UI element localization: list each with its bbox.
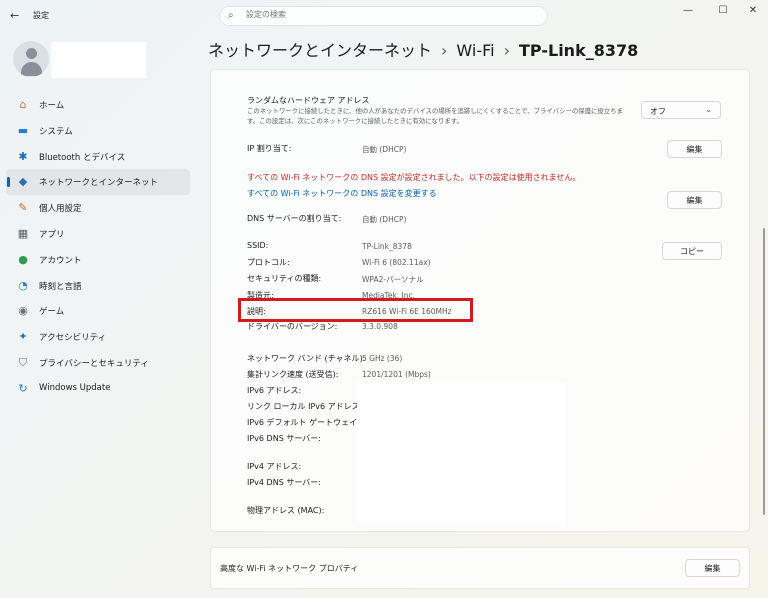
apps-icon: ▦	[17, 226, 29, 240]
sidebar-item[interactable]: ⌂ ホーム	[6, 92, 190, 118]
sidebar-nav: ⌂ ホーム ▬ システム ✱ Bluetooth とデバイス ◆ ネットワークとインターネット…	[6, 92, 190, 402]
sidebar-item[interactable]: ▬ システム	[6, 118, 190, 144]
property-label: セキュリティの種類:	[247, 274, 322, 283]
dns-change-link[interactable]: すべての Wi-Fi ネットワークの DNS 設定を変更する	[247, 188, 437, 199]
network-detail-label: 物理アドレス (MAC):	[247, 506, 325, 515]
property-label: ドライバーのバージョン:	[247, 322, 338, 331]
redacted-user-name	[51, 42, 146, 78]
wifi-icon: ◆	[18, 175, 28, 189]
sidebar-item-label: アカウント	[39, 255, 82, 266]
title-bar: ← 設定 ⌕ — ☐ ✕	[0, 0, 768, 32]
sidebar-item-label: アクセシビリティ	[39, 333, 107, 344]
network-detail-label: IPv4 アドレス:	[247, 462, 302, 471]
sidebar-item[interactable]: ↻ Windows Update	[6, 376, 190, 402]
breadcrumb-chevron-icon: ›	[503, 41, 510, 60]
close-icon[interactable]: ✕	[743, 5, 763, 16]
sidebar-item-label: Windows Update	[39, 382, 111, 393]
network-detail-value: 5 GHz (36)	[362, 354, 403, 363]
sidebar-item[interactable]: ◔ 時刻と言語	[6, 273, 190, 299]
property-value: Wi-Fi 6 (802.11ax)	[362, 258, 431, 267]
sidebar-item[interactable]: ✎ 個人用設定	[6, 195, 190, 221]
search-box[interactable]: ⌕	[219, 6, 548, 26]
network-detail-label: 集計リンク速度 (送受信):	[247, 370, 339, 379]
bluetooth-icon: ✱	[18, 149, 28, 163]
gamepad-icon: ◉	[18, 304, 28, 318]
accessibility-icon: ✦	[18, 330, 28, 344]
ip-assignment-value: 自動 (DHCP)	[362, 145, 407, 154]
advanced-properties-label: 高度な Wi-Fi ネットワーク プロパティ	[220, 564, 359, 573]
redacted-addresses	[357, 382, 565, 524]
sidebar-item-label: 個人用設定	[39, 204, 82, 215]
sidebar-item-label: Bluetooth とデバイス	[39, 152, 126, 163]
account-icon: ●	[18, 252, 28, 266]
sidebar-item-label: ネットワークとインターネット	[39, 178, 159, 189]
sidebar-item[interactable]: ⛉ プライバシーとセキュリティ	[6, 350, 190, 376]
sidebar-item-label: システム	[39, 126, 73, 137]
dns-edit-button[interactable]: 編集	[667, 191, 722, 209]
home-icon: ⌂	[19, 98, 27, 111]
property-label: プロトコル:	[247, 258, 290, 267]
breadcrumb-chevron-icon: ›	[441, 41, 448, 60]
chevron-down-icon: ⌄	[705, 105, 712, 114]
description-highlight-box	[238, 298, 473, 322]
property-label: SSID:	[247, 241, 269, 250]
advanced-edit-button[interactable]: 編集	[685, 559, 740, 577]
random-hw-description: このネットワークに接続したときに、他の人があなたのデバイスの場所を追跡しにくくす…	[247, 107, 623, 125]
breadcrumb: ネットワークとインターネット › Wi-Fi › TP-Link_8378	[208, 37, 638, 61]
property-value: 3.3.0.908	[362, 322, 398, 331]
app-title: 設定	[33, 11, 49, 20]
network-detail-label: ネットワーク バンド (チャネル):	[247, 354, 366, 363]
breadcrumb-wifi[interactable]: Wi-Fi	[456, 41, 494, 60]
dns-assignment-label: DNS サーバーの割り当て:	[247, 214, 342, 223]
property-value: TP-Link_8378	[362, 242, 412, 251]
sidebar-item[interactable]: ✱ Bluetooth とデバイス	[6, 144, 190, 170]
back-arrow-icon[interactable]: ←	[10, 9, 19, 22]
sidebar-item[interactable]: ◆ ネットワークとインターネット	[6, 169, 190, 196]
monitor-icon: ▬	[17, 123, 29, 137]
network-detail-value: 1201/1201 (Mbps)	[362, 370, 431, 379]
random-hw-title: ランダムなハードウェア アドレス	[247, 96, 370, 105]
sidebar-item-label: 時刻と言語	[39, 281, 82, 292]
sidebar-item-label: プライバシーとセキュリティ	[39, 358, 149, 369]
sidebar-item[interactable]: ✦ アクセシビリティ	[6, 324, 190, 350]
page-title: TP-Link_8378	[519, 41, 639, 60]
avatar-body	[21, 62, 42, 76]
network-detail-label: IPv4 DNS サーバー:	[247, 478, 321, 487]
network-detail-label: IPv6 デフォルト ゲートウェイ:	[247, 418, 360, 427]
maximize-icon[interactable]: ☐	[713, 5, 733, 16]
sidebar-item[interactable]: ◉ ゲーム	[6, 298, 190, 324]
scrollbar-thumb[interactable]	[763, 228, 765, 515]
globe-clock-icon: ◔	[18, 278, 28, 292]
network-detail-label: リンク ローカル IPv6 アドレス:	[247, 402, 363, 411]
sidebar-item-label: ゲーム	[39, 307, 65, 318]
search-icon: ⌕	[228, 10, 234, 21]
brush-icon: ✎	[18, 201, 28, 215]
avatar[interactable]	[13, 41, 49, 77]
network-detail-label: IPv6 DNS サーバー:	[247, 434, 321, 443]
avatar-head	[26, 48, 37, 59]
dns-assignment-value: 自動 (DHCP)	[362, 215, 407, 224]
search-input[interactable]	[246, 10, 536, 19]
shield-icon: ⛉	[18, 355, 28, 369]
update-icon: ↻	[18, 381, 28, 395]
random-hw-dropdown-value: オフ	[650, 107, 666, 116]
sidebar-item[interactable]: ▦ アプリ	[6, 221, 190, 247]
ip-assignment-label: IP 割り当て:	[247, 144, 292, 153]
minimize-icon[interactable]: —	[678, 5, 698, 16]
sidebar-item[interactable]: ● アカウント	[6, 247, 190, 273]
dns-warning-text: すべての Wi-Fi ネットワークの DNS 設定が設定されました。以下の設定は…	[247, 173, 581, 182]
sidebar-item-label: アプリ	[39, 229, 65, 240]
breadcrumb-network[interactable]: ネットワークとインターネット	[208, 41, 432, 60]
sidebar-item-label: ホーム	[39, 101, 65, 111]
random-hw-dropdown[interactable]: オフ ⌄	[641, 101, 721, 119]
ip-edit-button[interactable]: 編集	[667, 140, 722, 158]
copy-button[interactable]: コピー	[662, 242, 722, 260]
network-detail-label: IPv6 アドレス:	[247, 386, 302, 395]
property-value: WPA2-パーソナル	[362, 275, 424, 284]
